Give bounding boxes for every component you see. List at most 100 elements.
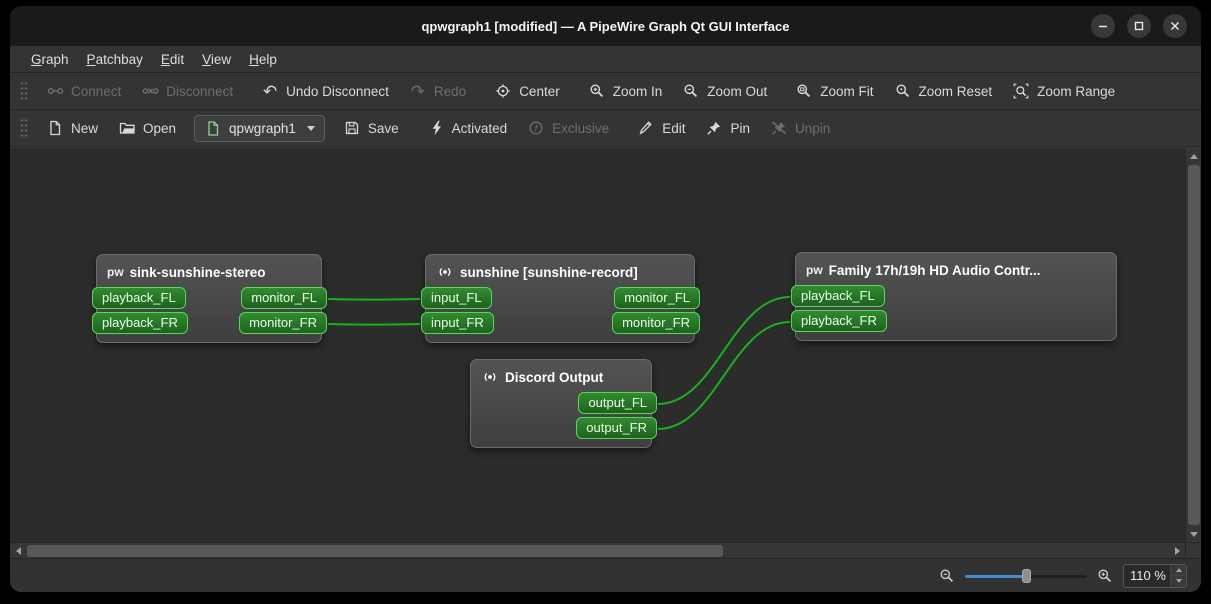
- graph-canvas[interactable]: pw sink-sunshine-stereo playback_FL moni…: [10, 148, 1185, 542]
- unpin-button[interactable]: Unpin: [760, 114, 840, 143]
- new-label: New: [71, 120, 99, 136]
- vertical-scroll-track[interactable]: [1186, 164, 1201, 526]
- title-bar[interactable]: qpwgraph1 [modified] — A PipeWire Graph …: [10, 6, 1201, 46]
- zoom-reset-button[interactable]: Zoom Reset: [884, 77, 1003, 106]
- minimize-icon: [1099, 25, 1107, 28]
- toolbar-drag-handle[interactable]: [20, 118, 28, 138]
- port-row: input_FR monitor_FR: [421, 312, 700, 334]
- activated-label: Activated: [451, 120, 508, 136]
- node-title: Discord Output: [505, 369, 604, 385]
- zoom-slider[interactable]: [965, 568, 1087, 584]
- close-button[interactable]: [1163, 14, 1187, 38]
- connect-icon: [46, 82, 64, 100]
- unpin-icon: [770, 119, 788, 137]
- exclusive-button[interactable]: f Exclusive: [517, 114, 619, 143]
- scroll-down-button[interactable]: [1186, 526, 1202, 542]
- undo-label: Undo Disconnect: [286, 83, 389, 99]
- zoom-fit-label: Zoom Fit: [820, 83, 874, 99]
- node-family-audio-controller[interactable]: pw Family 17h/19h HD Audio Contr... play…: [791, 252, 1117, 341]
- port[interactable]: playback_FR: [92, 312, 188, 334]
- menu-help[interactable]: Help: [240, 48, 286, 71]
- port[interactable]: playback_FL: [92, 287, 186, 309]
- zoom-out-icon: [682, 82, 700, 100]
- exclusive-label: Exclusive: [552, 120, 610, 136]
- port[interactable]: monitor_FR: [239, 312, 327, 334]
- undo-button[interactable]: ↶ Undo Disconnect: [251, 77, 399, 106]
- save-label: Save: [367, 120, 399, 136]
- svg-text:f: f: [535, 123, 539, 133]
- zoom-range-button[interactable]: Zoom Range: [1002, 77, 1125, 106]
- save-button[interactable]: Save: [333, 114, 409, 143]
- vertical-scrollbar[interactable]: [1185, 148, 1201, 542]
- port[interactable]: input_FL: [421, 287, 492, 309]
- zoom-decrement-button[interactable]: [1171, 575, 1186, 587]
- horizontal-scrollbar[interactable]: [10, 542, 1185, 558]
- zoom-in-button[interactable]: Zoom In: [578, 77, 673, 106]
- menu-graph[interactable]: Graph: [22, 48, 78, 71]
- zoom-slider-fill: [965, 574, 1026, 578]
- cable[interactable]: [327, 323, 421, 326]
- activated-lightning-icon: [427, 119, 445, 137]
- node-sunshine[interactable]: sunshine [sunshine-record] input_FL moni…: [421, 254, 700, 343]
- port[interactable]: monitor_FR: [612, 312, 700, 334]
- port[interactable]: input_FR: [421, 312, 494, 334]
- menu-edit[interactable]: Edit: [152, 48, 193, 71]
- port[interactable]: output_FL: [578, 392, 657, 414]
- scrollbar-corner: [1185, 542, 1201, 558]
- connect-button[interactable]: Connect: [36, 77, 131, 106]
- zoom-fit-button[interactable]: Zoom Fit: [785, 77, 883, 106]
- new-button[interactable]: New: [36, 114, 108, 143]
- scroll-up-button[interactable]: [1186, 148, 1202, 164]
- scroll-left-button[interactable]: [10, 543, 26, 559]
- node-discord-output[interactable]: Discord Output output_FL output_FR: [470, 359, 657, 448]
- port[interactable]: output_FR: [576, 417, 657, 439]
- exclusive-icon: f: [527, 119, 545, 137]
- open-folder-icon: [118, 119, 136, 137]
- minimize-button[interactable]: [1091, 14, 1115, 38]
- window-title: qpwgraph1 [modified] — A PipeWire Graph …: [421, 18, 790, 34]
- edit-label: Edit: [662, 120, 686, 136]
- node-title-bar: sunshine [sunshine-record]: [426, 261, 694, 287]
- zoom-range-icon: [1012, 82, 1030, 100]
- vertical-scroll-thumb[interactable]: [1188, 165, 1200, 525]
- node-title-bar: pw Family 17h/19h HD Audio Contr...: [796, 259, 1116, 285]
- maximize-icon: [1134, 21, 1144, 31]
- arrow-right-icon: [1174, 546, 1180, 555]
- redo-icon: ↷: [410, 81, 426, 101]
- zoom-out-button[interactable]: Zoom Out: [672, 77, 777, 106]
- zoom-reset-label: Zoom Reset: [918, 83, 993, 99]
- patchbay-select[interactable]: qpwgraph1: [194, 114, 325, 142]
- horizontal-scroll-thumb[interactable]: [27, 545, 723, 557]
- zoom-in-label: Zoom In: [612, 83, 663, 99]
- pin-label: Pin: [730, 120, 750, 136]
- port[interactable]: playback_FL: [791, 285, 885, 307]
- audio-app-icon: [481, 368, 499, 386]
- node-sink-sunshine-stereo[interactable]: pw sink-sunshine-stereo playback_FL moni…: [92, 254, 327, 343]
- maximize-button[interactable]: [1127, 14, 1151, 38]
- graph-toolbar: Connect Disconnect ↶ Undo Disconnect ↷ R…: [10, 73, 1201, 110]
- menu-view[interactable]: View: [193, 48, 240, 71]
- center-button[interactable]: Center: [484, 77, 570, 106]
- open-button[interactable]: Open: [108, 114, 186, 143]
- redo-button[interactable]: ↷ Redo: [399, 77, 476, 106]
- zoom-slider-handle[interactable]: [1022, 568, 1031, 583]
- port[interactable]: monitor_FL: [241, 287, 327, 309]
- disconnect-button[interactable]: Disconnect: [131, 77, 243, 106]
- toolbar-drag-handle[interactable]: [20, 81, 28, 101]
- center-label: Center: [519, 83, 560, 99]
- pipewire-icon: pw: [806, 263, 823, 277]
- zoom-value-input[interactable]: [1124, 564, 1170, 587]
- menu-patchbay[interactable]: Patchbay: [78, 48, 152, 71]
- horizontal-scroll-track[interactable]: [26, 543, 1169, 558]
- port[interactable]: playback_FR: [791, 310, 887, 332]
- pin-button[interactable]: Pin: [695, 114, 760, 143]
- zoom-in-icon: [588, 82, 606, 100]
- connect-label: Connect: [71, 83, 122, 99]
- cable[interactable]: [327, 298, 421, 301]
- port[interactable]: monitor_FL: [614, 287, 700, 309]
- window-controls: [1091, 14, 1187, 38]
- activated-button[interactable]: Activated: [417, 114, 518, 143]
- edit-button[interactable]: Edit: [627, 114, 695, 143]
- scroll-right-button[interactable]: [1169, 543, 1185, 559]
- zoom-increment-button[interactable]: [1171, 564, 1186, 575]
